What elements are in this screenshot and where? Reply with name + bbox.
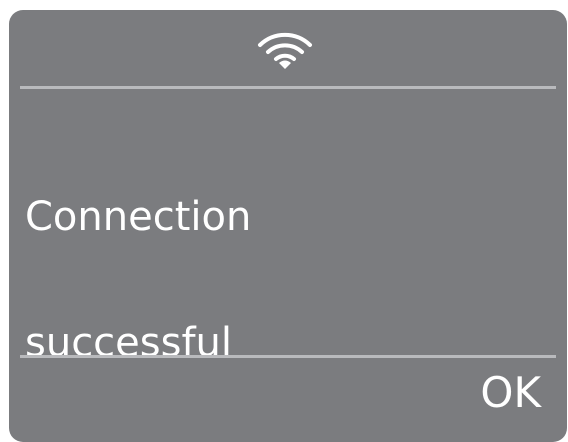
bottom-divider <box>20 355 556 358</box>
connection-dialog: Connection successful OK <box>9 10 567 442</box>
message-line-2: successful <box>25 320 233 366</box>
wifi-icon <box>258 32 312 69</box>
message-line-1: Connection <box>25 194 252 240</box>
top-divider <box>20 86 556 89</box>
dialog-message: Connection successful <box>25 123 525 438</box>
ok-button[interactable]: OK <box>480 365 541 421</box>
dialog-header <box>9 10 567 87</box>
